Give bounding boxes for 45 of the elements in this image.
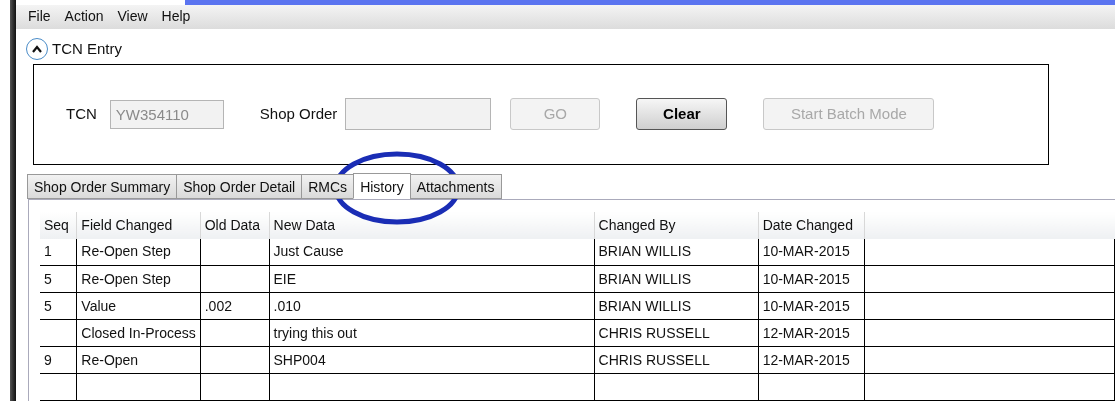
field-label: TCN bbox=[66, 103, 97, 124]
menu-item[interactable]: Action bbox=[64, 6, 104, 28]
table-cell: 10-MAR-2015 bbox=[762, 270, 850, 287]
table-cell: 10-MAR-2015 bbox=[762, 297, 850, 314]
column-header[interactable]: Date Changed bbox=[758, 211, 865, 239]
column-header[interactable]: Changed By bbox=[594, 211, 759, 239]
section-title: TCN Entry bbox=[52, 38, 122, 59]
table-cell: 12-MAR-2015 bbox=[762, 351, 850, 368]
table-cell: CHRIS RUSSELL bbox=[598, 324, 710, 341]
table-cell: trying this out bbox=[273, 324, 357, 341]
column-header[interactable]: Old Data bbox=[200, 211, 270, 239]
table-cell: 10-MAR-2015 bbox=[762, 243, 850, 260]
tab[interactable]: Shop Order Detail bbox=[176, 173, 303, 199]
shop-order-field[interactable] bbox=[345, 98, 492, 131]
table-cell: 9 bbox=[44, 351, 52, 368]
table-cell: BRIAN WILLIS bbox=[598, 243, 692, 260]
table-cell: 12-MAR-2015 bbox=[762, 324, 850, 341]
table-cell: .010 bbox=[273, 297, 301, 314]
table-cell: Re-Open bbox=[81, 351, 139, 368]
table-cell: CHRIS RUSSELL bbox=[598, 351, 710, 368]
menu-item[interactable]: View bbox=[117, 6, 148, 28]
tab[interactable]: Attachments bbox=[409, 173, 502, 199]
table-cell: Re-Open Step bbox=[81, 243, 171, 260]
action-button[interactable]: Clear bbox=[636, 98, 728, 131]
table-cell: Re-Open Step bbox=[81, 270, 171, 287]
tab[interactable]: RMCs bbox=[301, 173, 355, 199]
table-cell: 5 bbox=[44, 270, 52, 287]
table-cell: EIE bbox=[273, 270, 297, 287]
column-header[interactable]: New Data bbox=[269, 211, 594, 239]
column-header[interactable]: Field Changed bbox=[76, 211, 201, 239]
table-cell: 1 bbox=[44, 243, 52, 260]
table-cell: Closed In-Process bbox=[81, 324, 196, 341]
table-cell: .002 bbox=[204, 297, 232, 314]
tab[interactable]: Shop Order Summary bbox=[27, 173, 178, 199]
table-cell: BRIAN WILLIS bbox=[598, 270, 692, 287]
table-cell: SHP004 bbox=[273, 351, 326, 368]
menu-item[interactable]: Help bbox=[161, 6, 191, 28]
table-cell: 5 bbox=[44, 297, 52, 314]
table-cell: Just Cause bbox=[273, 243, 344, 260]
menu-item[interactable]: File bbox=[28, 6, 51, 28]
table-cell: BRIAN WILLIS bbox=[598, 297, 692, 314]
column-header[interactable]: Seq bbox=[40, 211, 77, 239]
table-cell: Value bbox=[81, 297, 117, 314]
tab[interactable]: History bbox=[353, 172, 411, 199]
field-label: Shop Order bbox=[259, 103, 338, 124]
